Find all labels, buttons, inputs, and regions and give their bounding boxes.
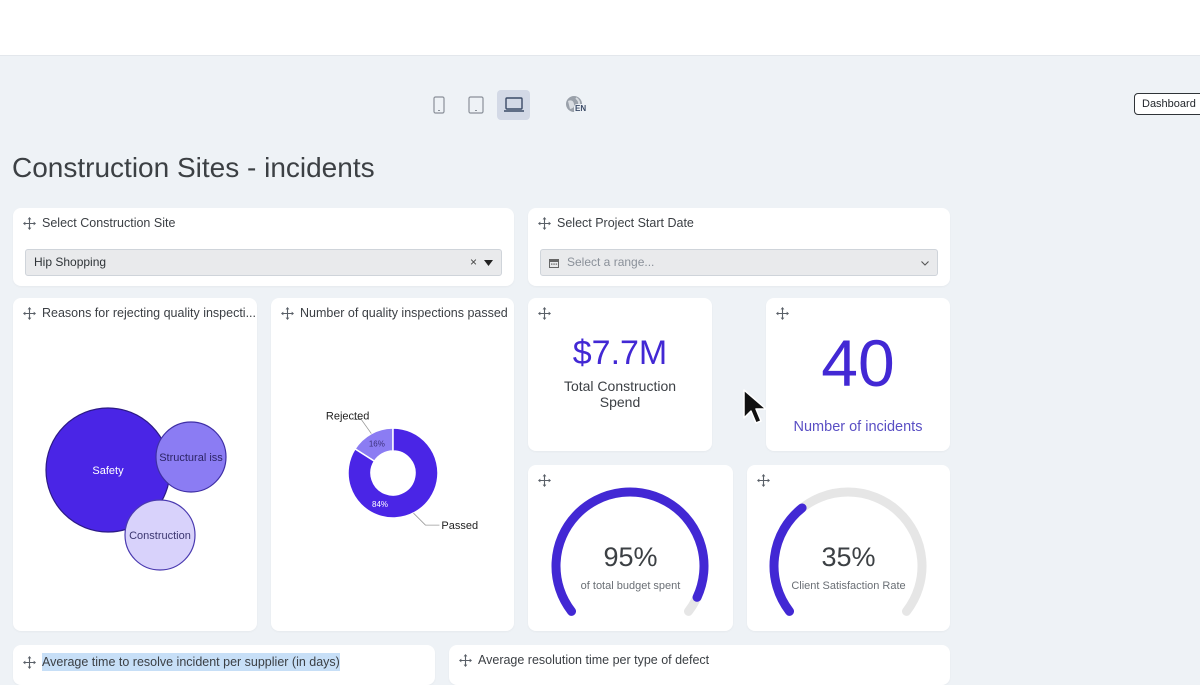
mouse-cursor-icon bbox=[743, 389, 767, 424]
budget-gauge-card: 95% of total budget spent bbox=[528, 465, 733, 631]
date-filter-card: Select Project Start Date Select a range… bbox=[528, 208, 950, 286]
spend-label-line2: Spend bbox=[599, 394, 641, 410]
inspections-card: Number of quality inspections passed Rej… bbox=[271, 298, 514, 631]
site-filter-header: Select Construction Site bbox=[23, 216, 175, 230]
spend-label-line1: Total Construction bbox=[563, 378, 677, 394]
top-bar bbox=[0, 0, 1200, 56]
phone-icon bbox=[433, 96, 445, 114]
date-filter-label: Select Project Start Date bbox=[557, 216, 694, 230]
budget-label: of total budget spent bbox=[580, 580, 681, 592]
avg-defect-title: Average resolution time per type of defe… bbox=[478, 653, 710, 667]
spend-card: $7.7M Total Construction Spend bbox=[528, 298, 712, 451]
inspections-title: Number of quality inspections passed bbox=[300, 306, 508, 320]
satisfaction-value: 35% bbox=[821, 542, 876, 572]
donut-value-passed: 84% bbox=[372, 500, 388, 509]
donut-value-rejected: 16% bbox=[369, 440, 385, 449]
site-select[interactable]: Hip Shopping × bbox=[25, 249, 502, 276]
satisfaction-gauge-card: 35% Client Satisfaction Rate bbox=[747, 465, 950, 631]
drag-move-icon[interactable] bbox=[538, 307, 551, 320]
desktop-view-button[interactable] bbox=[497, 90, 530, 120]
avg-defect-header: Average resolution time per type of defe… bbox=[459, 653, 709, 667]
inspections-header: Number of quality inspections passed bbox=[281, 306, 508, 320]
tablet-view-button[interactable] bbox=[465, 90, 487, 120]
rejection-reasons-card: Reasons for rejecting quality inspecti..… bbox=[13, 298, 257, 631]
incidents-label: Number of incidents bbox=[793, 419, 923, 435]
drag-move-icon[interactable] bbox=[776, 307, 789, 320]
bubble-chart: Safety Structural iss Construction bbox=[45, 407, 227, 571]
leader-line-passed bbox=[413, 512, 440, 526]
tablet-icon bbox=[468, 96, 484, 114]
rejection-reasons-header: Reasons for rejecting quality inspecti..… bbox=[23, 306, 256, 320]
avg-supplier-card: Average time to resolve incident per sup… bbox=[13, 645, 435, 685]
drag-move-icon[interactable] bbox=[23, 655, 36, 669]
date-range-input[interactable]: Select a range... bbox=[540, 249, 938, 276]
drag-move-icon[interactable] bbox=[538, 216, 551, 230]
language-badge: EN bbox=[574, 104, 588, 114]
avg-supplier-header: Average time to resolve incident per sup… bbox=[23, 653, 340, 671]
laptop-icon bbox=[503, 97, 524, 112]
avg-supplier-title: Average time to resolve incident per sup… bbox=[42, 653, 340, 671]
language-selector[interactable]: EN bbox=[565, 95, 589, 117]
chevron-down-icon[interactable] bbox=[484, 260, 493, 266]
site-filter-card: Select Construction Site Hip Shopping × bbox=[13, 208, 514, 286]
date-range-placeholder: Select a range... bbox=[567, 255, 655, 269]
avg-defect-card: Average resolution time per type of defe… bbox=[449, 645, 950, 685]
incidents-card: 40 Number of incidents bbox=[766, 298, 950, 451]
budget-value: 95% bbox=[603, 542, 658, 572]
site-select-value: Hip Shopping bbox=[34, 255, 107, 269]
date-filter-header: Select Project Start Date bbox=[538, 216, 694, 230]
page-title: Construction Sites - incidents bbox=[12, 152, 375, 183]
donut-chart: Rejected Passed 16% 84% bbox=[326, 411, 478, 533]
donut-label-rejected: Rejected bbox=[326, 411, 369, 423]
chevron-down-icon[interactable] bbox=[921, 261, 929, 266]
rejection-reasons-title: Reasons for rejecting quality inspecti..… bbox=[42, 306, 256, 320]
satisfaction-label: Client Satisfaction Rate bbox=[791, 580, 906, 592]
drag-move-icon[interactable] bbox=[459, 653, 472, 667]
bubble-label-safety: Safety bbox=[92, 465, 124, 477]
clear-selection-icon[interactable]: × bbox=[470, 250, 477, 275]
dashboard-button[interactable]: Dashboard bbox=[1134, 93, 1200, 115]
drag-move-icon[interactable] bbox=[23, 306, 36, 320]
site-filter-label: Select Construction Site bbox=[42, 216, 176, 230]
calendar-icon bbox=[549, 259, 559, 268]
spend-value: $7.7M bbox=[572, 334, 668, 372]
incidents-value: 40 bbox=[821, 326, 895, 400]
donut-label-passed: Passed bbox=[441, 520, 478, 532]
drag-move-icon[interactable] bbox=[23, 216, 36, 230]
bubble-label-construction: Construction bbox=[129, 530, 191, 542]
bubble-label-structural: Structural iss bbox=[159, 452, 223, 464]
drag-move-icon[interactable] bbox=[281, 306, 294, 320]
mobile-view-button[interactable] bbox=[428, 90, 450, 120]
